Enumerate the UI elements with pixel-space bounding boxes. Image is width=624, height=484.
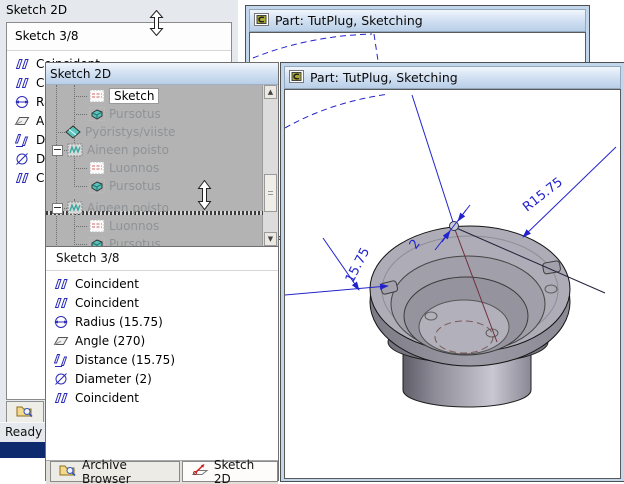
diameter-icon: [14, 151, 30, 167]
tree-connector: [56, 85, 58, 245]
coincident-icon: [53, 276, 69, 292]
archive-browser-icon: [59, 463, 77, 480]
3d-model-scene: [285, 90, 619, 476]
tree-scrollbar[interactable]: ▲ ▼: [262, 85, 278, 246]
tree-item-label: Luonnos: [109, 219, 159, 233]
cut-icon: [67, 201, 83, 215]
tree-item-label: Luonnos: [109, 161, 159, 175]
sketch-arc: [285, 94, 389, 128]
floating-titlebar[interactable]: Sketch 2D: [46, 63, 278, 85]
coincident-icon: [53, 390, 69, 406]
constraint-label: Coincident: [75, 296, 139, 310]
tab-label: Archive Browser: [82, 458, 171, 484]
archive-browser-icon: [16, 404, 34, 421]
extrude-icon: [89, 107, 105, 121]
part-window-front: Part: TutPlug, Sketching: [280, 62, 624, 482]
sketch-leader-line: [412, 95, 453, 222]
angle-icon: [14, 113, 30, 129]
coincident-icon: [14, 75, 30, 91]
collapse-toggle[interactable]: [52, 203, 63, 214]
tree-item-luonnos[interactable]: Luonnos: [70, 217, 159, 235]
part-front-viewport[interactable]: R15.75 15.75 2: [284, 89, 621, 479]
window-title: Sketch 2D: [50, 67, 111, 81]
coincident-icon: [14, 170, 30, 186]
tab-label: Sketch 2D: [214, 458, 269, 484]
tree-item-sketch[interactable]: Sketch: [70, 87, 159, 105]
section-header: Sketch 3/8: [46, 247, 278, 271]
diameter-icon: [53, 371, 69, 387]
sketch-icon: [89, 219, 105, 233]
angle-icon: [53, 333, 69, 349]
constraint-row[interactable]: Distance (15.75): [46, 350, 278, 369]
application-root: Sketch 2D Sketch 3/8 CoincidentCoinciden…: [0, 0, 624, 484]
tab-archive-browser-stub[interactable]: [6, 401, 44, 423]
tree-item-aineen-poisto[interactable]: Aineen poisto: [52, 141, 169, 159]
tab-sketch-2d[interactable]: Sketch 2D: [182, 461, 278, 482]
constraint-label: Angle (270): [75, 334, 145, 348]
constraint-label: Diameter (2): [75, 372, 152, 386]
tree-item-label: Sketch: [109, 88, 159, 104]
tree-item-pursotus[interactable]: Pursotus: [70, 177, 161, 195]
constraint-list: Coincident Coincident Radius (15.75) Angle …: [46, 271, 278, 460]
part-front-titlebar[interactable]: Part: TutPlug, Sketching: [284, 66, 621, 89]
constraint-label: Coincident: [75, 277, 139, 291]
extrude-icon: [89, 237, 105, 247]
scroll-thumb[interactable]: [264, 174, 277, 212]
extrude-icon: [89, 179, 105, 193]
radius-icon: [53, 314, 69, 330]
tree-item-aineen-poisto[interactable]: Aineen poisto: [52, 199, 169, 217]
feature-tree: ▲ ▼ Sketch Pursotus Pyöristys/viiste Aineen…: [46, 85, 278, 247]
constraint-row[interactable]: Radius (15.75): [46, 312, 278, 331]
distance-icon: [53, 352, 69, 368]
tree-item-label: Pursotus: [109, 179, 161, 193]
sketch2d-tab-icon: [191, 463, 209, 480]
constraint-label: Coincident: [75, 391, 139, 405]
tree-item-label: Pursotus: [109, 237, 161, 247]
scroll-down-button[interactable]: ▼: [264, 232, 277, 246]
sketch-icon: [89, 161, 105, 175]
constraint-row[interactable]: Angle (270): [46, 331, 278, 350]
constraint-label: Radius (15.75): [75, 315, 163, 329]
part-icon: [254, 13, 269, 29]
sketch-icon: [89, 89, 105, 103]
collapse-toggle[interactable]: [52, 145, 63, 156]
constraint-row[interactable]: Coincident: [46, 388, 278, 407]
coincident-icon: [14, 56, 30, 72]
dock-panel-title: Sketch 2D: [6, 3, 67, 17]
cut-icon: [67, 143, 83, 157]
tree-item-label: Aineen poisto: [87, 143, 169, 157]
section-header: Sketch 3/8: [7, 23, 231, 51]
coincident-icon: [53, 295, 69, 311]
tree-item-label: Pyöristys/viiste: [85, 125, 175, 139]
tab-archive-browser[interactable]: Archive Browser: [50, 461, 180, 482]
part-back-titlebar[interactable]: Part: TutPlug, Sketching: [249, 9, 586, 32]
constraint-row[interactable]: Coincident: [46, 293, 278, 312]
window-title: Part: TutPlug, Sketching: [275, 13, 423, 28]
status-text: Ready: [5, 425, 42, 439]
tree-item-luonnos[interactable]: Luonnos: [70, 159, 159, 177]
window-title: Part: TutPlug, Sketching: [310, 70, 458, 85]
tree-item-pursotus[interactable]: Pursotus: [70, 105, 161, 123]
panel-tabs: Archive Browser Sketch 2D: [46, 460, 278, 484]
distance-icon: [14, 132, 30, 148]
sketch2d-floating-window: Sketch 2D ▲ ▼ Sketch Pursotus Pyöristys/vi…: [45, 62, 279, 481]
radius-icon: [14, 94, 30, 110]
tree-item-label: Aineen poisto: [87, 201, 169, 215]
tree-item-py-ristys-viiste[interactable]: Pyöristys/viiste: [52, 123, 175, 141]
part-icon: [289, 70, 304, 86]
tree-item-label: Pursotus: [109, 107, 161, 121]
constraint-row[interactable]: Coincident: [46, 274, 278, 293]
plug-model[interactable]: [370, 226, 570, 407]
constraint-row[interactable]: Diameter (2): [46, 369, 278, 388]
scroll-up-button[interactable]: ▲: [264, 85, 277, 99]
constraint-label: Distance (15.75): [75, 353, 175, 367]
tree-item-pursotus[interactable]: Pursotus: [70, 235, 161, 247]
fillet-icon: [65, 125, 81, 139]
